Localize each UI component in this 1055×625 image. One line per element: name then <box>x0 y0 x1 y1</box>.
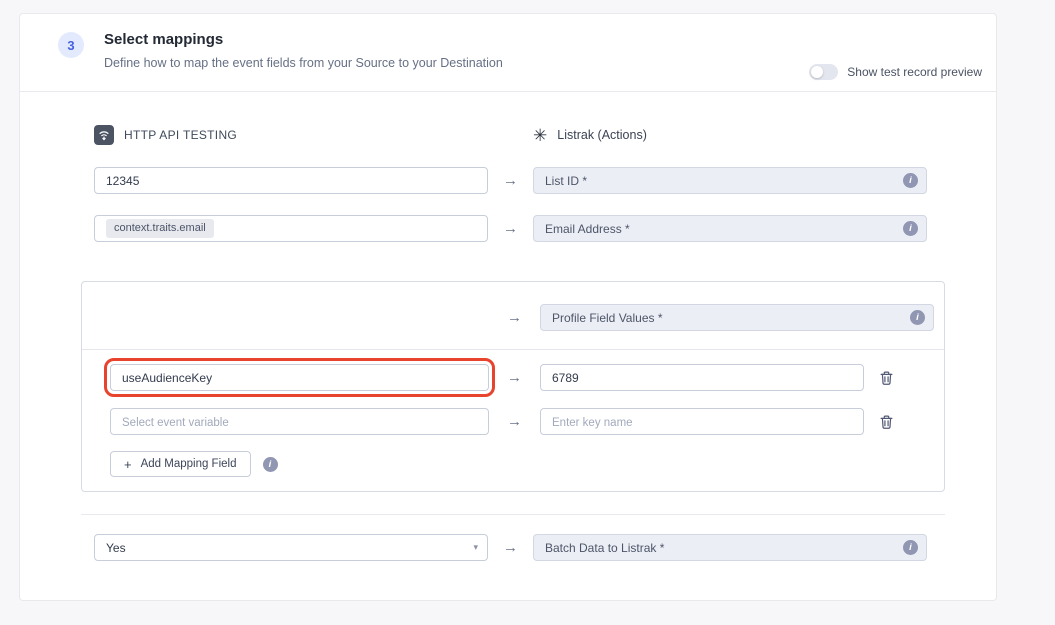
destination-field-label: Profile Field Values * <box>552 311 663 325</box>
add-mapping-field-button[interactable]: + Add Mapping Field <box>110 451 251 477</box>
event-variable-token[interactable]: context.traits.email <box>106 219 214 238</box>
profile-field-values-header-row: → Profile Field Values * i <box>82 304 944 331</box>
destination-field-label: Email Address * <box>545 222 630 236</box>
http-api-source-icon <box>94 125 114 145</box>
add-mapping-field-label: Add Mapping Field <box>141 458 237 470</box>
page-subtitle: Define how to map the event fields from … <box>104 56 503 70</box>
info-icon[interactable]: i <box>903 173 918 188</box>
email-destination-field[interactable]: Email Address * i <box>533 215 927 242</box>
add-mapping-row: + Add Mapping Field i <box>82 449 944 491</box>
info-icon[interactable]: i <box>903 540 918 555</box>
destination-field-label: Batch Data to Listrak * <box>545 541 664 555</box>
list-id-destination-field[interactable]: List ID * i <box>533 167 927 194</box>
test-record-preview-control: Show test record preview <box>809 64 982 80</box>
list-id-source-input[interactable] <box>94 167 488 194</box>
profile-field-values-group: → Profile Field Values * i → <box>81 281 945 492</box>
delete-row-button[interactable] <box>864 364 908 391</box>
toggle-label: Show test record preview <box>847 65 982 79</box>
caret-down-icon: ▾ <box>473 542 478 553</box>
destination-name: Listrak (Actions) <box>557 128 647 142</box>
mapping-row-list-id: → List ID * i <box>94 167 996 194</box>
mapping-field-row: → <box>82 408 944 435</box>
batch-source-select[interactable]: Yes ▾ <box>94 534 488 561</box>
select-mappings-card: 3 Select mappings Define how to map the … <box>19 13 997 601</box>
mapping-row-email: context.traits.email → Email Address * i <box>94 215 996 242</box>
card-header: 3 Select mappings Define how to map the … <box>20 14 996 91</box>
batch-selected-value: Yes <box>106 541 126 555</box>
info-icon[interactable]: i <box>903 221 918 236</box>
event-variable-input-highlighted[interactable] <box>110 364 489 391</box>
plus-icon: + <box>124 457 132 472</box>
key-name-input[interactable] <box>540 408 864 435</box>
delete-row-button[interactable] <box>864 408 908 435</box>
source-name: HTTP API TESTING <box>124 128 237 142</box>
group-divider <box>82 349 944 350</box>
destination-column-header: ✳ Listrak (Actions) <box>533 127 927 144</box>
section-divider <box>81 514 945 515</box>
header-text: Select mappings Define how to map the ev… <box>104 31 503 70</box>
event-variable-input[interactable] <box>110 408 489 435</box>
page-title: Select mappings <box>104 31 503 48</box>
trash-icon <box>880 371 893 385</box>
show-test-record-toggle[interactable] <box>809 64 838 80</box>
destination-field-label: List ID * <box>545 174 587 188</box>
batch-destination-field[interactable]: Batch Data to Listrak * i <box>533 534 927 561</box>
arrow-right-icon: → <box>488 172 533 189</box>
toggle-knob-icon <box>811 66 823 78</box>
profile-field-values-destination-field[interactable]: Profile Field Values * i <box>540 304 934 331</box>
key-name-input[interactable] <box>540 364 864 391</box>
info-icon[interactable]: i <box>910 310 925 325</box>
mappings-body: HTTP API TESTING ✳ Listrak (Actions) → L… <box>20 92 996 600</box>
email-source-input[interactable]: context.traits.email <box>94 215 488 242</box>
arrow-right-icon: → <box>489 413 540 430</box>
mapping-row-batch: Yes ▾ → Batch Data to Listrak * i <box>94 534 996 561</box>
trash-icon <box>880 415 893 429</box>
arrow-right-icon: → <box>488 220 533 237</box>
step-number-badge: 3 <box>58 32 84 58</box>
source-column-header: HTTP API TESTING <box>94 125 488 145</box>
arrow-right-icon: → <box>489 309 540 326</box>
listrak-icon: ✳ <box>533 127 547 144</box>
arrow-right-icon: → <box>488 539 533 556</box>
mapping-field-row: → <box>82 364 944 391</box>
arrow-right-icon: → <box>489 369 540 386</box>
info-icon[interactable]: i <box>263 457 278 472</box>
column-headers: HTTP API TESTING ✳ Listrak (Actions) <box>94 125 996 145</box>
